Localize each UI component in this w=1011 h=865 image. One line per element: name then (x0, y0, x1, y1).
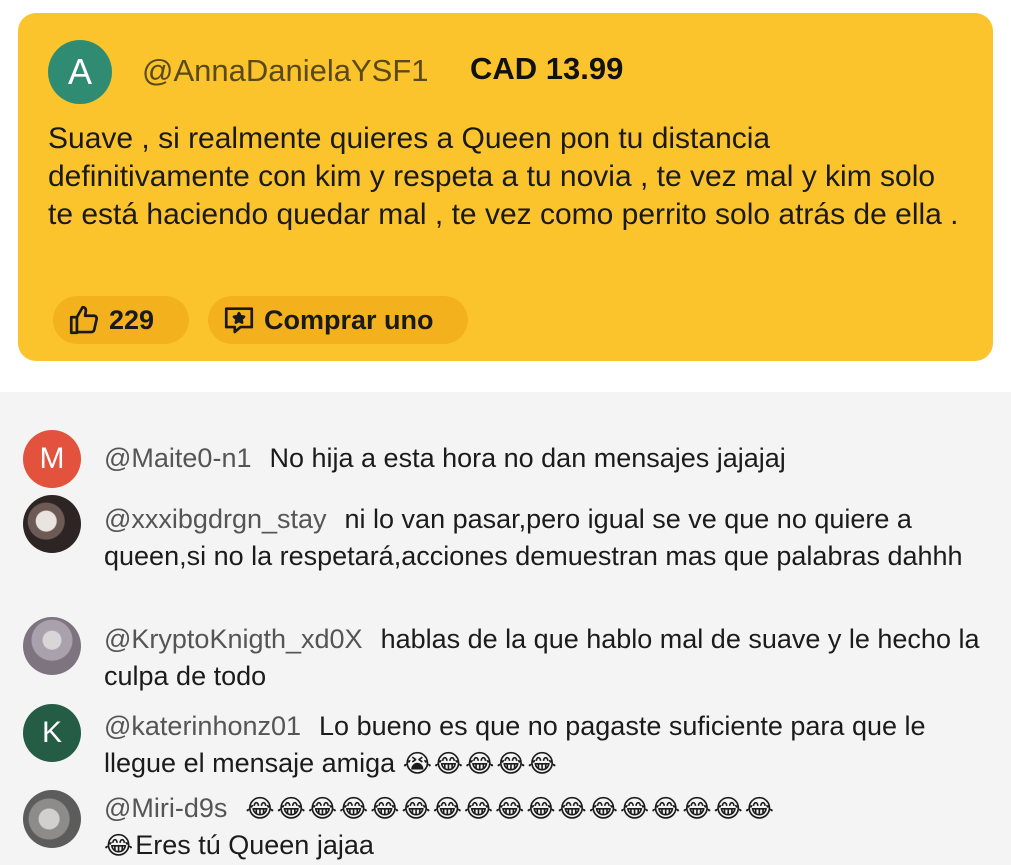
avatar[interactable] (23, 495, 81, 553)
emoji-reactions: 😭😂😂😂😂 (402, 749, 559, 778)
comment-text: No hija a esta hora no dan mensajes jaja… (269, 443, 786, 473)
comment-username[interactable]: @katerinhonz01 (104, 711, 301, 741)
star-chat-icon (224, 307, 254, 334)
avatar[interactable]: M (23, 430, 81, 488)
comment-username[interactable]: @KryptoKnigth_xd0X (104, 624, 363, 654)
comment-body: @xxxibgdrgn_stay ni lo van pasar,pero igu… (104, 501, 984, 575)
comment-body: @Miri-d9s 😂😂😂😂😂😂😂😂😂😂😂😂😂😂😂😂😂 😂Eres tú Quee… (104, 790, 984, 864)
super-chat-amount: CAD 13.99 (470, 51, 624, 86)
comment-body: @Maite0-n1 No hija a esta hora no dan men… (104, 440, 984, 477)
like-count: 229 (109, 304, 155, 335)
comment-username[interactable]: @Maite0-n1 (104, 443, 251, 473)
thumbs-up-icon (69, 305, 99, 335)
avatar[interactable] (23, 790, 81, 848)
comment-body: @katerinhonz01 Lo bueno es que no pagaste… (104, 708, 984, 782)
comment-list: M @Maite0-n1 No hija a esta hora no dan m… (0, 392, 1011, 865)
avatar[interactable]: A (48, 40, 112, 104)
super-chat-username[interactable]: @AnnaDanielaYSF1 (142, 53, 429, 89)
avatar[interactable]: K (23, 704, 81, 762)
like-button[interactable]: 229 (53, 296, 189, 344)
emoji-lead: 😂 (104, 831, 136, 860)
comment-username[interactable]: @xxxibgdrgn_stay (104, 504, 327, 534)
emoji-reactions: 😂😂😂😂😂😂😂😂😂😂😂😂😂😂😂😂😂 (245, 794, 777, 823)
comment-username[interactable]: @Miri-d9s (104, 793, 227, 823)
buy-button[interactable]: Comprar uno (208, 296, 468, 344)
avatar[interactable] (23, 617, 81, 675)
super-chat-card: A @AnnaDanielaYSF1 CAD 13.99 Suave , si … (18, 13, 993, 361)
buy-label: Comprar uno (264, 304, 434, 335)
comment-body: @KryptoKnigth_xd0X hablas de la que hablo… (104, 621, 984, 695)
comment-text: Eres tú Queen jajaa (135, 830, 374, 860)
super-chat-text: Suave , si realmente quieres a Queen pon… (48, 122, 959, 231)
